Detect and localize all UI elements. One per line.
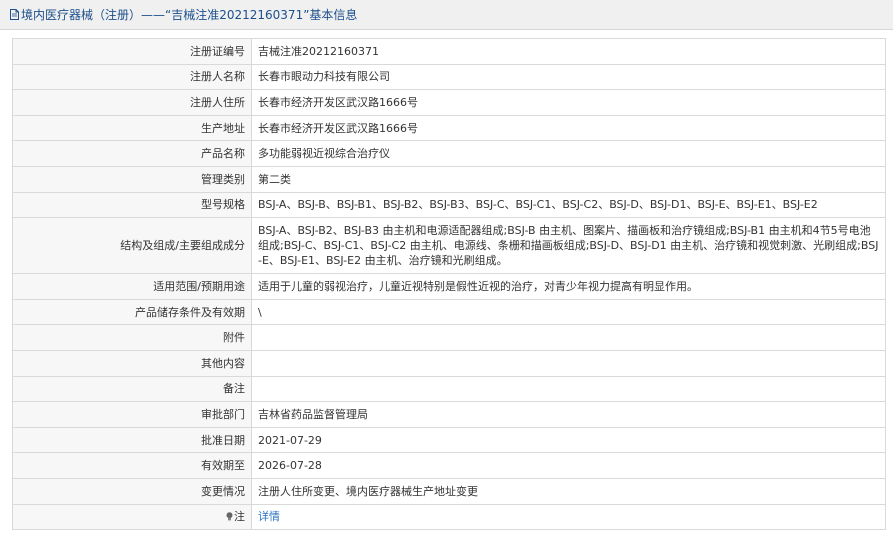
- table-row: 批准日期 2021-07-29: [12, 426, 886, 454]
- row-label-product-name: 产品名称: [12, 140, 252, 167]
- row-label-approval-department: 审批部门: [12, 401, 252, 428]
- row-label-storage-validity: 产品储存条件及有效期: [12, 298, 252, 326]
- row-label-registration-number: 注册证编号: [12, 38, 252, 65]
- row-label-approval-date: 批准日期: [12, 426, 252, 454]
- table-row: 附件: [12, 324, 886, 351]
- row-label-other-content: 其他内容: [12, 349, 252, 377]
- table-row: 审批部门 吉林省药品监督管理局: [12, 401, 886, 428]
- row-value-storage-validity: \: [251, 298, 886, 326]
- row-value-management-category: 第二类: [251, 165, 886, 193]
- table-row: 其他内容: [12, 349, 886, 377]
- row-label-structure-composition: 结构及组成/主要组成成分: [12, 217, 252, 275]
- table-row: 生产地址 长春市经济开发区武汉路1666号: [12, 114, 886, 142]
- row-value-registrant-address: 长春市经济开发区武汉路1666号: [251, 89, 886, 116]
- table-row: 注册人名称 长春市眼动力科技有限公司: [12, 63, 886, 91]
- table-row: 有效期至 2026-07-28: [12, 452, 886, 479]
- row-label-intended-use: 适用范围/预期用途: [12, 273, 252, 300]
- row-value-approval-department: 吉林省药品监督管理局: [251, 401, 886, 428]
- note-label-text: 注: [234, 510, 245, 524]
- row-label-registrant-address: 注册人住所: [12, 89, 252, 116]
- row-value-registration-number: 吉械注准20212160371: [251, 38, 886, 65]
- row-label-attachments: 附件: [12, 324, 252, 351]
- table-row: 注册人住所 长春市经济开发区武汉路1666号: [12, 89, 886, 116]
- details-link[interactable]: 详情: [258, 510, 280, 523]
- row-value-model-spec: BSJ-A、BSJ-B、BSJ-B1、BSJ-B2、BSJ-B3、BSJ-C、B…: [251, 191, 886, 219]
- table-row: 变更情况 注册人住所变更、境内医疗器械生产地址变更: [12, 477, 886, 505]
- row-value-registrant-name: 长春市眼动力科技有限公司: [251, 63, 886, 91]
- table-row: 型号规格 BSJ-A、BSJ-B、BSJ-B1、BSJ-B2、BSJ-B3、BS…: [12, 191, 886, 219]
- page-header: 境内医疗器械（注册）——“吉械注准20212160371”基本信息: [0, 0, 893, 30]
- table-row: 结构及组成/主要组成成分 BSJ-A、BSJ-B2、BSJ-B3 由主机和电源适…: [12, 217, 886, 275]
- row-value-intended-use: 适用于儿童的弱视治疗，儿童近视特别是假性近视的治疗，对青少年视力提高有明显作用。: [251, 273, 886, 300]
- lightbulb-icon: [226, 512, 233, 521]
- row-value-note: 详情: [251, 503, 886, 531]
- row-value-remarks: [251, 375, 886, 403]
- row-label-change-history: 变更情况: [12, 477, 252, 505]
- table-row: 适用范围/预期用途 适用于儿童的弱视治疗，儿童近视特别是假性近视的治疗，对青少年…: [12, 273, 886, 300]
- row-label-note: 注: [12, 503, 252, 531]
- page-title: 境内医疗器械（注册）——“吉械注准20212160371”基本信息: [21, 8, 358, 22]
- table-row: 产品名称 多功能弱视近视综合治疗仪: [12, 140, 886, 167]
- row-value-approval-date: 2021-07-29: [251, 426, 886, 454]
- document-icon: [10, 9, 19, 20]
- row-value-attachments: [251, 324, 886, 351]
- row-label-production-address: 生产地址: [12, 114, 252, 142]
- row-value-production-address: 长春市经济开发区武汉路1666号: [251, 114, 886, 142]
- row-value-product-name: 多功能弱视近视综合治疗仪: [251, 140, 886, 167]
- table-row: 管理类别 第二类: [12, 165, 886, 193]
- row-label-valid-until: 有效期至: [12, 452, 252, 479]
- row-label-model-spec: 型号规格: [12, 191, 252, 219]
- table-row: 备注: [12, 375, 886, 403]
- table-row: 产品储存条件及有效期 \: [12, 298, 886, 326]
- row-label-registrant-name: 注册人名称: [12, 63, 252, 91]
- row-value-valid-until: 2026-07-28: [251, 452, 886, 479]
- row-value-structure-composition: BSJ-A、BSJ-B2、BSJ-B3 由主机和电源适配器组成;BSJ-B 由主…: [251, 217, 886, 275]
- row-value-change-history: 注册人住所变更、境内医疗器械生产地址变更: [251, 477, 886, 505]
- row-value-other-content: [251, 349, 886, 377]
- table-row-note: 注 详情: [12, 503, 886, 531]
- info-table: 注册证编号 吉械注准20212160371 注册人名称 长春市眼动力科技有限公司…: [12, 38, 886, 531]
- table-row: 注册证编号 吉械注准20212160371: [12, 38, 886, 65]
- row-label-remarks: 备注: [12, 375, 252, 403]
- row-label-management-category: 管理类别: [12, 165, 252, 193]
